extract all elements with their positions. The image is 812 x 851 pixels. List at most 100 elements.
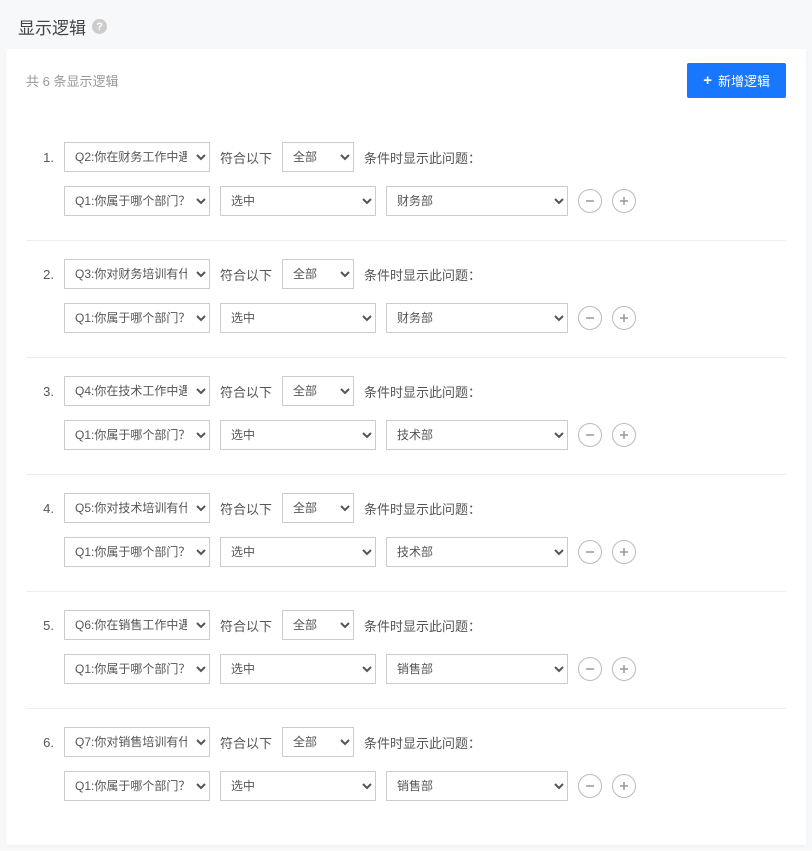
rule-condition-row: Q1:你属于哪个部门？ 选中 销售部: [26, 771, 786, 801]
condition-question-select[interactable]: Q1:你属于哪个部门？: [64, 420, 210, 450]
rule-index: 6.: [26, 735, 54, 750]
add-condition-button[interactable]: [612, 306, 636, 330]
rule-condition-row: Q1:你属于哪个部门？ 选中 财务部: [26, 303, 786, 333]
operator-select[interactable]: 选中: [220, 771, 376, 801]
minus-icon: [585, 313, 595, 323]
rule-header-row: 3. Q4:你在技术工作中遇 符合以下 全部 条件时显示此问题：: [26, 376, 786, 406]
rule-index: 1.: [26, 150, 54, 165]
condition-question-select[interactable]: Q1:你属于哪个部门？: [64, 537, 210, 567]
plus-icon: [619, 196, 629, 206]
rule-index: 5.: [26, 618, 54, 633]
rule-item: 3. Q4:你在技术工作中遇 符合以下 全部 条件时显示此问题： Q1:你属于哪…: [26, 358, 786, 475]
conditions-show-label: 条件时显示此问题：: [364, 265, 481, 284]
value-select[interactable]: 销售部: [386, 654, 568, 684]
rule-header-row: 2. Q3:你对财务培训有什 符合以下 全部 条件时显示此问题：: [26, 259, 786, 289]
remove-condition-button[interactable]: [578, 306, 602, 330]
operator-select[interactable]: 选中: [220, 537, 376, 567]
conditions-show-label: 条件时显示此问题：: [364, 148, 481, 167]
remove-condition-button[interactable]: [578, 774, 602, 798]
add-condition-button[interactable]: [612, 189, 636, 213]
rule-condition-row: Q1:你属于哪个部门？ 选中 技术部: [26, 537, 786, 567]
rules-list: 1. Q2:你在财务工作中遇 符合以下 全部 条件时显示此问题： Q1:你属于哪…: [26, 124, 786, 825]
meets-following-label: 符合以下: [220, 499, 272, 518]
operator-select[interactable]: 选中: [220, 303, 376, 333]
help-icon[interactable]: ?: [92, 19, 107, 34]
plus-icon: [619, 313, 629, 323]
plus-icon: [619, 430, 629, 440]
scope-select[interactable]: 全部: [282, 493, 354, 523]
meets-following-label: 符合以下: [220, 733, 272, 752]
conditions-show-label: 条件时显示此问题：: [364, 499, 481, 518]
rule-condition-row: Q1:你属于哪个部门？ 选中 财务部: [26, 186, 786, 216]
rule-index: 2.: [26, 267, 54, 282]
rule-header-row: 4. Q5:你对技术培训有什 符合以下 全部 条件时显示此问题：: [26, 493, 786, 523]
scope-select[interactable]: 全部: [282, 142, 354, 172]
meets-following-label: 符合以下: [220, 265, 272, 284]
conditions-show-label: 条件时显示此问题：: [364, 733, 481, 752]
add-condition-button[interactable]: [612, 423, 636, 447]
conditions-show-label: 条件时显示此问题：: [364, 616, 481, 635]
minus-icon: [585, 547, 595, 557]
target-question-select[interactable]: Q6:你在销售工作中遇: [64, 610, 210, 640]
plus-icon: [619, 781, 629, 791]
rule-count-label: 共 6 条显示逻辑: [26, 71, 118, 90]
page-title: 显示逻辑: [18, 14, 86, 39]
operator-select[interactable]: 选中: [220, 186, 376, 216]
condition-question-select[interactable]: Q1:你属于哪个部门？: [64, 303, 210, 333]
meets-following-label: 符合以下: [220, 616, 272, 635]
rule-item: 5. Q6:你在销售工作中遇 符合以下 全部 条件时显示此问题： Q1:你属于哪…: [26, 592, 786, 709]
remove-condition-button[interactable]: [578, 189, 602, 213]
plus-icon: +: [703, 73, 712, 88]
meets-following-label: 符合以下: [220, 382, 272, 401]
add-condition-button[interactable]: [612, 774, 636, 798]
page-header: 显示逻辑 ?: [0, 0, 812, 49]
target-question-select[interactable]: Q4:你在技术工作中遇: [64, 376, 210, 406]
remove-condition-button[interactable]: [578, 423, 602, 447]
scope-select[interactable]: 全部: [282, 610, 354, 640]
add-rule-button[interactable]: + 新增逻辑: [687, 63, 786, 98]
conditions-show-label: 条件时显示此问题：: [364, 382, 481, 401]
scope-select[interactable]: 全部: [282, 259, 354, 289]
panel-top-bar: 共 6 条显示逻辑 + 新增逻辑: [26, 63, 786, 98]
remove-condition-button[interactable]: [578, 540, 602, 564]
condition-question-select[interactable]: Q1:你属于哪个部门？: [64, 654, 210, 684]
condition-question-select[interactable]: Q1:你属于哪个部门？: [64, 186, 210, 216]
rule-condition-row: Q1:你属于哪个部门？ 选中 销售部: [26, 654, 786, 684]
minus-icon: [585, 430, 595, 440]
operator-select[interactable]: 选中: [220, 420, 376, 450]
rule-item: 6. Q7:你对销售培训有什 符合以下 全部 条件时显示此问题： Q1:你属于哪…: [26, 709, 786, 825]
rule-index: 4.: [26, 501, 54, 516]
value-select[interactable]: 财务部: [386, 186, 568, 216]
add-condition-button[interactable]: [612, 657, 636, 681]
value-select[interactable]: 技术部: [386, 420, 568, 450]
meets-following-label: 符合以下: [220, 148, 272, 167]
rule-header-row: 5. Q6:你在销售工作中遇 符合以下 全部 条件时显示此问题：: [26, 610, 786, 640]
value-select[interactable]: 财务部: [386, 303, 568, 333]
rule-item: 4. Q5:你对技术培训有什 符合以下 全部 条件时显示此问题： Q1:你属于哪…: [26, 475, 786, 592]
condition-question-select[interactable]: Q1:你属于哪个部门？: [64, 771, 210, 801]
scope-select[interactable]: 全部: [282, 376, 354, 406]
rule-header-row: 1. Q2:你在财务工作中遇 符合以下 全部 条件时显示此问题：: [26, 142, 786, 172]
operator-select[interactable]: 选中: [220, 654, 376, 684]
logic-panel: 共 6 条显示逻辑 + 新增逻辑 1. Q2:你在财务工作中遇 符合以下 全部 …: [6, 49, 806, 845]
rule-index: 3.: [26, 384, 54, 399]
rule-condition-row: Q1:你属于哪个部门？ 选中 技术部: [26, 420, 786, 450]
target-question-select[interactable]: Q3:你对财务培训有什: [64, 259, 210, 289]
minus-icon: [585, 196, 595, 206]
add-rule-label: 新增逻辑: [718, 71, 770, 90]
target-question-select[interactable]: Q7:你对销售培训有什: [64, 727, 210, 757]
rule-item: 2. Q3:你对财务培训有什 符合以下 全部 条件时显示此问题： Q1:你属于哪…: [26, 241, 786, 358]
add-condition-button[interactable]: [612, 540, 636, 564]
plus-icon: [619, 664, 629, 674]
remove-condition-button[interactable]: [578, 657, 602, 681]
scope-select[interactable]: 全部: [282, 727, 354, 757]
rule-header-row: 6. Q7:你对销售培训有什 符合以下 全部 条件时显示此问题：: [26, 727, 786, 757]
target-question-select[interactable]: Q2:你在财务工作中遇: [64, 142, 210, 172]
plus-icon: [619, 547, 629, 557]
minus-icon: [585, 664, 595, 674]
value-select[interactable]: 销售部: [386, 771, 568, 801]
rule-item: 1. Q2:你在财务工作中遇 符合以下 全部 条件时显示此问题： Q1:你属于哪…: [26, 124, 786, 241]
minus-icon: [585, 781, 595, 791]
target-question-select[interactable]: Q5:你对技术培训有什: [64, 493, 210, 523]
value-select[interactable]: 技术部: [386, 537, 568, 567]
